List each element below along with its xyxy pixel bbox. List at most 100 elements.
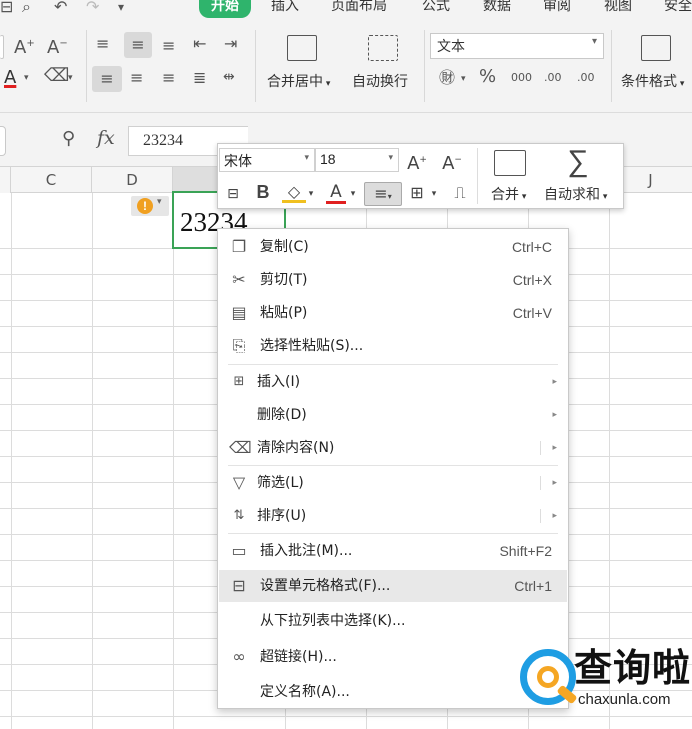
merge-center-icon[interactable] <box>287 35 317 61</box>
column-header-b[interactable] <box>0 167 11 193</box>
tab-page-layout[interactable]: 页面布局 <box>331 0 387 20</box>
justify-icon[interactable]: ≣ <box>193 68 206 88</box>
conditional-format-icon[interactable] <box>641 35 671 61</box>
menu-item-label: 从下拉列表中选择(K)... <box>260 613 406 629</box>
align-right-icon[interactable]: ≡ <box>162 68 175 88</box>
column-header-c[interactable]: C <box>11 167 92 193</box>
merge-icon[interactable] <box>494 150 526 176</box>
menu-item-define-name[interactable]: 定义名称(A)... <box>219 676 567 708</box>
menu-item-filter[interactable]: ▽ 筛选(L) ▸ <box>219 467 567 499</box>
menu-item-clear-contents[interactable]: ⌫ 清除内容(N) ▸ <box>219 432 567 464</box>
tab-data[interactable]: 数据 <box>483 0 511 20</box>
menu-item-paste[interactable]: ▤ 粘贴(P) Ctrl+V <box>219 297 567 329</box>
menu-item-label: 设置单元格格式(F)... <box>260 578 391 594</box>
format-painter-icon[interactable]: ⎍ <box>449 183 471 203</box>
menu-item-hyperlink[interactable]: ∞ 超链接(H)... C <box>219 641 567 673</box>
borders-dropdown-icon[interactable]: ▾ <box>429 184 439 204</box>
sort-icon: ⇅ <box>233 508 245 523</box>
clear-format-icon[interactable]: ⌫ <box>44 66 69 86</box>
tab-insert[interactable]: 插入 <box>271 0 299 20</box>
fx-icon[interactable]: fx <box>97 127 115 149</box>
error-check-button[interactable]: ! ▾ <box>131 196 169 216</box>
copy-icon: ❐ <box>231 237 247 256</box>
wrap-text-icon[interactable] <box>368 35 398 61</box>
conditional-format-label[interactable]: 条件格式 ▾ <box>621 71 684 91</box>
submenu-arrow-icon: ▸ <box>552 511 557 521</box>
distribute-icon[interactable]: ⇹ <box>223 67 235 87</box>
print-preview-icon[interactable]: ⌕ <box>22 0 31 15</box>
merge-button[interactable]: 合并 ▾ <box>491 184 526 204</box>
menu-item-insert[interactable]: ⊞ 插入(I) ▸ <box>219 366 567 398</box>
menu-item-pick-from-list[interactable]: 从下拉列表中选择(K)... <box>219 605 567 637</box>
menu-item-copy[interactable]: ❐ 复制(C) Ctrl+C <box>219 231 567 263</box>
context-menu: ❐ 复制(C) Ctrl+C ✂ 剪切(T) Ctrl+X ▤ 粘贴(P) Ct… <box>217 228 569 709</box>
font-color-icon[interactable]: A <box>4 68 16 88</box>
tab-home[interactable]: 开始 <box>199 0 251 18</box>
menu-item-label: 筛选(L) <box>257 475 304 491</box>
decrease-font-icon[interactable]: A− <box>440 150 464 174</box>
align-center-icon[interactable]: ≡ <box>130 68 143 88</box>
font-color-dropdown-icon[interactable]: ▾ <box>348 184 358 204</box>
column-header-d[interactable]: D <box>92 167 173 193</box>
currency-dropdown-icon[interactable]: ▾ <box>461 69 466 89</box>
wrap-text-label[interactable]: 自动换行 <box>352 71 408 91</box>
decrease-font-icon[interactable]: A− <box>47 34 68 58</box>
tab-review[interactable]: 审阅 <box>543 0 571 20</box>
font-color-dropdown-icon[interactable]: ▾ <box>24 68 29 88</box>
decrease-decimal-button[interactable]: .00 <box>577 68 595 88</box>
name-box-edge[interactable] <box>0 126 6 156</box>
menu-item-delete[interactable]: 删除(D) ▸ <box>219 399 567 431</box>
font-color-icon[interactable]: A <box>326 182 346 204</box>
quick-access-dropdown-icon[interactable]: ▾ <box>118 0 124 14</box>
bold-button[interactable]: B <box>254 182 272 202</box>
autosum-button[interactable]: 自动求和 ▾ <box>544 184 607 204</box>
currency-icon[interactable]: ㊖ <box>439 68 455 88</box>
menu-separator <box>228 364 558 365</box>
magnifier-logo-icon <box>520 649 578 705</box>
fill-color-icon[interactable]: ◇ <box>282 183 306 203</box>
tab-security[interactable]: 安全 <box>664 0 692 20</box>
outdent-icon[interactable]: ⇤ <box>193 34 206 54</box>
autosum-icon[interactable]: ∑ <box>562 146 594 178</box>
thousands-separator-button[interactable]: 000 <box>511 68 532 88</box>
increase-decimal-button[interactable]: .00 <box>544 68 562 88</box>
borders-icon[interactable]: ⊞ <box>406 183 428 203</box>
menu-item-label: 剪切(T) <box>260 272 308 288</box>
zoom-search-icon[interactable]: ⚲ <box>62 128 75 149</box>
font-size-select-edge[interactable] <box>0 35 4 59</box>
menu-item-label: 复制(C) <box>260 239 309 255</box>
menu-item-cut[interactable]: ✂ 剪切(T) Ctrl+X <box>219 264 567 296</box>
indent-icon[interactable]: ⇥ <box>224 34 237 54</box>
increase-font-icon[interactable]: A+ <box>14 34 35 58</box>
undo-icon[interactable]: ↶ <box>54 0 67 15</box>
align-middle-icon[interactable]: ≡ <box>124 32 152 58</box>
menu-item-format-cells[interactable]: ⊟ 设置单元格格式(F)... Ctrl+1 <box>219 570 567 602</box>
menu-item-divider <box>540 476 541 490</box>
redo-icon[interactable]: ↷ <box>86 0 99 15</box>
align-left-icon[interactable]: ≡ <box>92 66 122 92</box>
filter-icon: ▽ <box>232 473 246 492</box>
percent-button[interactable]: % <box>479 67 496 87</box>
tab-view[interactable]: 视图 <box>604 0 632 20</box>
menu-item-insert-comment[interactable]: ▭ 插入批注(M)... Shift+F2 <box>219 535 567 567</box>
ribbon-separator <box>611 30 612 102</box>
menu-item-sort[interactable]: ⇅ 排序(U) ▸ <box>219 500 567 532</box>
fill-dropdown-icon[interactable]: ▾ <box>306 184 316 204</box>
page-icon[interactable]: ⊟ <box>0 0 13 15</box>
tab-formulas[interactable]: 公式 <box>422 0 450 20</box>
font-name-select[interactable]: 宋体 ▾ <box>219 148 315 172</box>
ribbon-tab-bar: ⊟ ⌕ ↶ ↷ ▾ 开始 插入 页面布局 公式 数据 审阅 视图 安全 <box>0 0 692 22</box>
wrap-icon[interactable]: ⊟ <box>221 184 245 204</box>
number-format-select[interactable]: 文本 ▾ <box>430 33 604 59</box>
menu-item-paste-special[interactable]: ⎘ 选择性粘贴(S)... <box>219 330 567 362</box>
increase-font-icon[interactable]: A+ <box>405 150 429 174</box>
scissors-icon: ✂ <box>232 270 246 289</box>
align-icon[interactable]: ≡▾ <box>364 182 402 206</box>
menu-item-label: 排序(U) <box>257 508 307 524</box>
font-size-select[interactable]: 18 ▾ <box>315 148 399 172</box>
menu-item-label: 插入(I) <box>257 374 301 390</box>
clear-dropdown-icon[interactable]: ▾ <box>68 68 73 88</box>
align-bottom-icon[interactable]: ≡ <box>162 36 175 56</box>
align-top-icon[interactable]: ≡ <box>96 34 109 54</box>
merge-center-label[interactable]: 合并居中 ▾ <box>267 71 330 91</box>
